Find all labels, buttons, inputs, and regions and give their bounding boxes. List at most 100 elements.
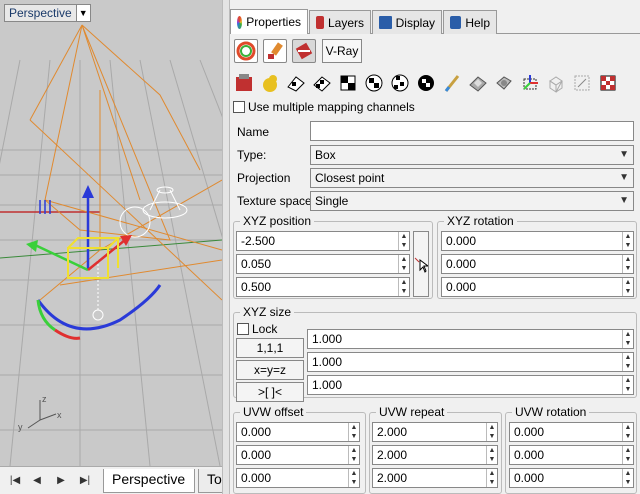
projection-select[interactable]: Closest point ▼ bbox=[310, 168, 634, 188]
repeat-w-field[interactable]: 2.000 ▲ ▼ bbox=[372, 468, 498, 488]
spin-down-icon[interactable]: ▼ bbox=[398, 241, 409, 250]
offset-u-field[interactable]: 0.000 ▲ ▼ bbox=[236, 422, 360, 442]
unwrap-icon[interactable] bbox=[572, 73, 592, 93]
prev-tab-icon[interactable]: ◀ bbox=[30, 474, 44, 488]
rotation-x-field[interactable]: 0.000 ▲ ▼ bbox=[441, 231, 634, 251]
surface-mapping-icon[interactable] bbox=[234, 73, 254, 93]
spin-up-icon[interactable]: ▲ bbox=[622, 423, 633, 432]
position-x-field[interactable]: -2.500 ▲ ▼ bbox=[236, 231, 410, 251]
spin-down-icon[interactable]: ▼ bbox=[348, 432, 359, 441]
spin-down-icon[interactable]: ▼ bbox=[622, 287, 633, 296]
tab-display[interactable]: Display bbox=[372, 10, 442, 34]
next-tab-icon[interactable]: ▶ bbox=[54, 474, 68, 488]
sphere-mapping-icon[interactable] bbox=[364, 73, 384, 93]
multi-channels-checkbox[interactable] bbox=[233, 101, 245, 113]
pick-position-button[interactable] bbox=[413, 231, 430, 297]
spin-up-icon[interactable]: ▲ bbox=[622, 376, 633, 385]
spin-up-icon[interactable]: ▲ bbox=[398, 278, 409, 287]
spin-down-icon[interactable]: ▼ bbox=[486, 432, 497, 441]
checker-remove-icon[interactable] bbox=[598, 73, 618, 93]
chevron-down-icon[interactable]: ▼ bbox=[75, 5, 90, 21]
size-z-field[interactable]: 1.000 ▲ ▼ bbox=[307, 375, 634, 395]
spin-down-icon[interactable]: ▼ bbox=[622, 264, 633, 273]
box-gizmo-icon[interactable] bbox=[520, 73, 540, 93]
spin-up-icon[interactable]: ▲ bbox=[622, 446, 633, 455]
spin-up-icon[interactable]: ▲ bbox=[622, 330, 633, 339]
reset-size-button[interactable]: 1,1,1 bbox=[236, 338, 304, 358]
uniform-size-button[interactable]: x=y=z bbox=[236, 360, 304, 380]
cylinder-mapping-icon[interactable] bbox=[390, 73, 410, 93]
panel-splitter[interactable] bbox=[222, 0, 230, 494]
paint-brush-icon[interactable] bbox=[442, 73, 462, 93]
texture-space-select[interactable]: Single ▼ bbox=[310, 191, 634, 211]
material-button[interactable] bbox=[234, 39, 258, 63]
spin-down-icon[interactable]: ▼ bbox=[622, 478, 633, 487]
spin-up-icon[interactable]: ▲ bbox=[348, 469, 359, 478]
uvw-rotation-u-field[interactable]: 0.000 ▲ ▼ bbox=[509, 422, 634, 442]
mapping-widget-icon[interactable] bbox=[494, 73, 514, 93]
rotation-z-field[interactable]: 0.000 ▲ ▼ bbox=[441, 277, 634, 297]
uvw-rotation-v-field[interactable]: 0.000 ▲ ▼ bbox=[509, 445, 634, 465]
spin-up-icon[interactable]: ▲ bbox=[486, 446, 497, 455]
rotation-y-field[interactable]: 0.000 ▲ ▼ bbox=[441, 254, 634, 274]
perspective-viewport[interactable]: z x y Perspective ▼ bbox=[0, 0, 222, 466]
fit-size-button[interactable]: >[ ]< bbox=[236, 382, 304, 402]
spin-up-icon[interactable]: ▲ bbox=[348, 423, 359, 432]
uv-editor-icon[interactable] bbox=[468, 73, 488, 93]
spin-down-icon[interactable]: ▼ bbox=[622, 339, 633, 348]
xyz-position-title: XYZ position bbox=[240, 214, 315, 228]
spin-down-icon[interactable]: ▼ bbox=[398, 287, 409, 296]
repeat-u-field[interactable]: 2.000 ▲ ▼ bbox=[372, 422, 498, 442]
spin-up-icon[interactable]: ▲ bbox=[622, 278, 633, 287]
planar-mapping-icon[interactable] bbox=[286, 73, 306, 93]
spin-down-icon[interactable]: ▼ bbox=[486, 478, 497, 487]
spin-down-icon[interactable]: ▼ bbox=[622, 432, 633, 441]
offset-v-field[interactable]: 0.000 ▲ ▼ bbox=[236, 445, 360, 465]
position-z-field[interactable]: 0.500 ▲ ▼ bbox=[236, 277, 410, 297]
texture-mapping-button[interactable] bbox=[292, 39, 316, 63]
tab-properties[interactable]: Properties bbox=[230, 9, 308, 34]
name-field[interactable] bbox=[310, 121, 634, 141]
spin-up-icon[interactable]: ▲ bbox=[486, 423, 497, 432]
spin-down-icon[interactable]: ▼ bbox=[348, 478, 359, 487]
spin-up-icon[interactable]: ▲ bbox=[398, 232, 409, 241]
spin-down-icon[interactable]: ▼ bbox=[622, 385, 633, 394]
spin-down-icon[interactable]: ▼ bbox=[622, 455, 633, 464]
spin-down-icon[interactable]: ▼ bbox=[486, 455, 497, 464]
lock-checkbox[interactable] bbox=[237, 323, 249, 335]
repeat-v-field[interactable]: 2.000 ▲ ▼ bbox=[372, 445, 498, 465]
tab-layers[interactable]: Layers bbox=[309, 10, 371, 34]
tab-perspective[interactable]: Perspective bbox=[103, 469, 195, 493]
duck-mapping-icon[interactable] bbox=[260, 73, 280, 93]
decal-button[interactable] bbox=[263, 39, 287, 63]
last-tab-icon[interactable]: ▶| bbox=[78, 474, 92, 488]
box-mapping-alt-icon[interactable] bbox=[338, 73, 358, 93]
spin-up-icon[interactable]: ▲ bbox=[622, 353, 633, 362]
position-y-field[interactable]: 0.050 ▲ ▼ bbox=[236, 254, 410, 274]
cylinder-capped-mapping-icon[interactable] bbox=[416, 73, 436, 93]
spin-down-icon[interactable]: ▼ bbox=[622, 362, 633, 371]
vray-button[interactable]: V-Ray bbox=[322, 39, 362, 63]
spin-up-icon[interactable]: ▲ bbox=[622, 232, 633, 241]
texture-mapping-icon bbox=[295, 42, 313, 60]
spin-up-icon[interactable]: ▲ bbox=[622, 469, 633, 478]
spin-up-icon[interactable]: ▲ bbox=[348, 446, 359, 455]
spin-up-icon[interactable]: ▲ bbox=[398, 255, 409, 264]
uvw-rotation-w-field[interactable]: 0.000 ▲ ▼ bbox=[509, 468, 634, 488]
box-mapping-icon[interactable] bbox=[312, 73, 332, 93]
size-x-field[interactable]: 1.000 ▲ ▼ bbox=[307, 329, 634, 349]
spin-up-icon[interactable]: ▲ bbox=[486, 469, 497, 478]
type-select-value: Box bbox=[315, 148, 336, 162]
offset-w-field[interactable]: 0.000 ▲ ▼ bbox=[236, 468, 360, 488]
box-outline-icon[interactable] bbox=[546, 73, 566, 93]
first-tab-icon[interactable]: |◀ bbox=[8, 474, 22, 488]
uvw-repeat-title: UVW repeat bbox=[376, 405, 448, 419]
spin-down-icon[interactable]: ▼ bbox=[348, 455, 359, 464]
spin-up-icon[interactable]: ▲ bbox=[622, 255, 633, 264]
type-select[interactable]: Box ▼ bbox=[310, 145, 634, 165]
spin-down-icon[interactable]: ▼ bbox=[622, 241, 633, 250]
size-y-field[interactable]: 1.000 ▲ ▼ bbox=[307, 352, 634, 372]
spin-down-icon[interactable]: ▼ bbox=[398, 264, 409, 273]
viewport-title[interactable]: Perspective ▼ bbox=[4, 4, 91, 22]
tab-help[interactable]: Help bbox=[443, 10, 497, 34]
